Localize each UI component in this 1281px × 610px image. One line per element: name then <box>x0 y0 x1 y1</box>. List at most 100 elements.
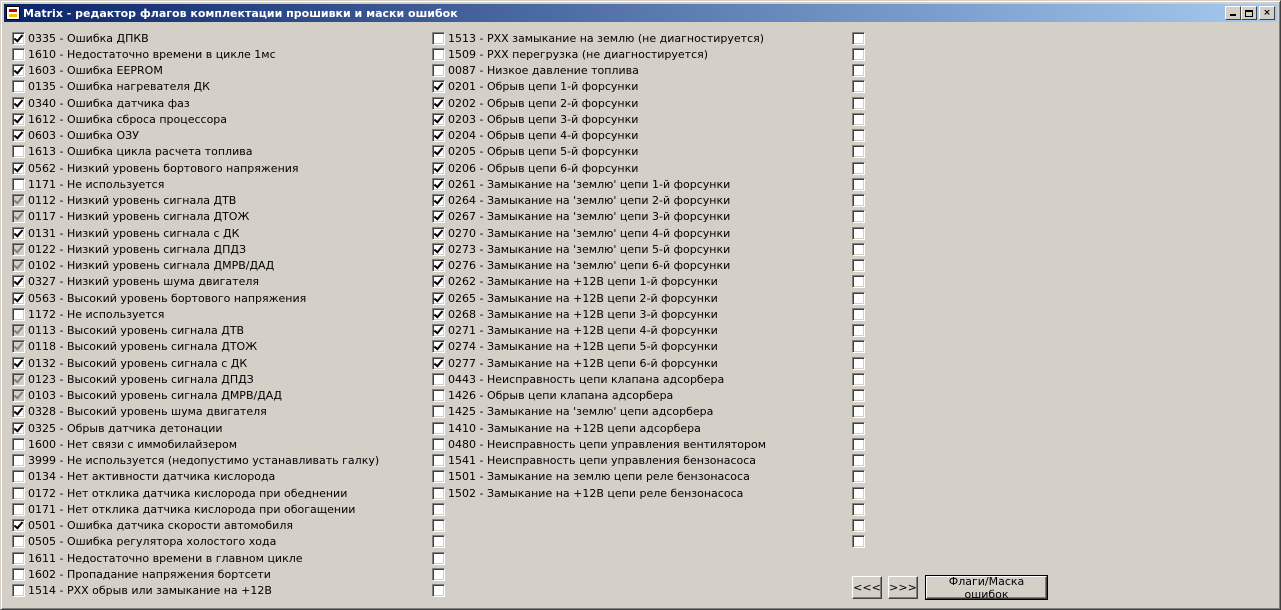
error-flag-checkbox[interactable] <box>12 161 25 175</box>
error-flag-checkbox[interactable] <box>852 226 865 240</box>
error-flag-item[interactable]: 0262 - Замыкание на +12В цепи 1-й форсун… <box>432 274 766 290</box>
error-flag-item[interactable] <box>852 404 868 420</box>
error-flag-item[interactable]: 0172 - Нет отклика датчика кислорода при… <box>12 485 379 501</box>
error-flag-item[interactable] <box>852 225 868 241</box>
error-flag-checkbox[interactable] <box>852 96 865 110</box>
error-flag-item[interactable]: 0270 - Замыкание на 'землю' цепи 4-й фор… <box>432 225 766 241</box>
error-flag-item[interactable] <box>852 436 868 452</box>
error-flag-item[interactable]: 0134 - Нет активности датчика кислорода <box>12 469 379 485</box>
error-flag-item[interactable]: 0087 - Низкое давление топлива <box>432 63 766 79</box>
error-flag-item[interactable] <box>852 371 868 387</box>
error-flag-checkbox[interactable] <box>12 291 25 305</box>
error-flag-checkbox[interactable] <box>12 307 25 321</box>
error-flag-checkbox[interactable] <box>852 112 865 126</box>
error-flag-checkbox[interactable] <box>432 129 445 143</box>
error-flag-item[interactable] <box>852 144 868 160</box>
error-flag-checkbox[interactable] <box>12 356 25 370</box>
error-flag-checkbox[interactable] <box>432 47 445 61</box>
error-flag-checkbox[interactable] <box>852 535 865 549</box>
error-flag-checkbox[interactable] <box>852 356 865 370</box>
error-flag-checkbox[interactable] <box>852 47 865 61</box>
error-flag-item[interactable] <box>852 63 868 79</box>
next-page-button[interactable]: >>> <box>888 576 918 599</box>
error-flag-item[interactable]: 0122 - Низкий уровень сигнала ДПДЗ <box>12 241 379 257</box>
error-flag-item[interactable]: 0335 - Ошибка ДПКВ <box>12 30 379 46</box>
error-flag-item[interactable] <box>852 501 868 517</box>
error-flag-checkbox[interactable] <box>852 145 865 159</box>
error-flag-item[interactable] <box>852 339 868 355</box>
error-flag-item[interactable] <box>852 388 868 404</box>
error-flag-item[interactable]: 0117 - Низкий уровень сигнала ДТОЖ <box>12 209 379 225</box>
error-flag-item[interactable]: 0113 - Высокий уровень сигнала ДТВ <box>12 323 379 339</box>
error-flag-checkbox[interactable] <box>852 324 865 338</box>
error-flag-checkbox[interactable] <box>12 275 25 289</box>
error-flag-checkbox[interactable] <box>432 210 445 224</box>
error-flag-checkbox[interactable] <box>432 161 445 175</box>
error-flag-checkbox[interactable] <box>432 405 445 419</box>
error-flag-item[interactable]: 1426 - Обрыв цепи клапана адсорбера <box>432 388 766 404</box>
error-flag-item[interactable]: 0264 - Замыкание на 'землю' цепи 2-й фор… <box>432 193 766 209</box>
error-flag-checkbox[interactable] <box>852 242 865 256</box>
error-flag-checkbox[interactable] <box>12 535 25 549</box>
error-flag-item[interactable] <box>432 550 766 566</box>
error-flag-checkbox[interactable] <box>12 551 25 565</box>
error-flag-checkbox[interactable] <box>12 177 25 191</box>
error-flag-item[interactable]: 0205 - Обрыв цепи 5-й форсунки <box>432 144 766 160</box>
error-flag-item[interactable] <box>432 518 766 534</box>
error-flag-item[interactable] <box>852 258 868 274</box>
error-flag-checkbox[interactable] <box>12 389 25 403</box>
error-flag-checkbox[interactable] <box>852 275 865 289</box>
error-flag-item[interactable]: 0206 - Обрыв цепи 6-й форсунки <box>432 160 766 176</box>
error-flag-item[interactable] <box>852 79 868 95</box>
error-flag-item[interactable]: 0340 - Ошибка датчика фаз <box>12 95 379 111</box>
error-flag-item[interactable]: 3999 - Не используется (недопустимо уста… <box>12 453 379 469</box>
error-flag-checkbox[interactable] <box>12 210 25 224</box>
error-flag-checkbox[interactable] <box>12 454 25 468</box>
error-flag-item[interactable] <box>852 518 868 534</box>
error-flag-item[interactable] <box>852 453 868 469</box>
previous-page-button[interactable]: <<< <box>852 576 882 599</box>
error-flag-checkbox[interactable] <box>432 226 445 240</box>
error-flag-checkbox[interactable] <box>852 129 865 143</box>
error-flag-item[interactable]: 0202 - Обрыв цепи 2-й форсунки <box>432 95 766 111</box>
error-flag-checkbox[interactable] <box>12 584 25 598</box>
error-flag-item[interactable]: 0203 - Обрыв цепи 3-й форсунки <box>432 111 766 127</box>
error-flag-checkbox[interactable] <box>12 519 25 533</box>
error-flag-checkbox[interactable] <box>432 31 445 45</box>
error-flag-item[interactable] <box>852 30 868 46</box>
error-flag-checkbox[interactable] <box>12 64 25 78</box>
error-flag-item[interactable] <box>852 323 868 339</box>
error-flag-checkbox[interactable] <box>852 470 865 484</box>
error-flag-item[interactable]: 1613 - Ошибка цикла расчета топлива <box>12 144 379 160</box>
error-flag-item[interactable] <box>852 111 868 127</box>
error-flag-checkbox[interactable] <box>852 210 865 224</box>
error-flag-checkbox[interactable] <box>852 64 865 78</box>
error-flag-item[interactable]: 1513 - РХХ замыкание на землю (не диагно… <box>432 30 766 46</box>
error-flag-checkbox[interactable] <box>432 307 445 321</box>
error-flag-item[interactable]: 0505 - Ошибка регулятора холостого хода <box>12 534 379 550</box>
error-flag-item[interactable]: 1602 - Пропадание напряжения бортсети <box>12 566 379 582</box>
error-flag-checkbox[interactable] <box>852 405 865 419</box>
error-flag-checkbox[interactable] <box>12 194 25 208</box>
error-flag-checkbox[interactable] <box>432 502 445 516</box>
error-flag-item[interactable]: 0135 - Ошибка нагревателя ДК <box>12 79 379 95</box>
error-flag-checkbox[interactable] <box>432 486 445 500</box>
error-flag-item[interactable]: 1410 - Замыкание на +12В цепи адсорбера <box>432 420 766 436</box>
error-flag-item[interactable]: 0261 - Замыкание на 'землю' цепи 1-й фор… <box>432 176 766 192</box>
error-flag-checkbox[interactable] <box>12 502 25 516</box>
error-flag-item[interactable]: 0171 - Нет отклика датчика кислорода при… <box>12 501 379 517</box>
error-flag-checkbox[interactable] <box>12 80 25 94</box>
error-flag-checkbox[interactable] <box>852 486 865 500</box>
error-flag-checkbox[interactable] <box>852 437 865 451</box>
error-flag-item[interactable]: 0277 - Замыкание на +12В цепи 6-й форсун… <box>432 355 766 371</box>
error-flag-item[interactable]: 0271 - Замыкание на +12В цепи 4-й форсун… <box>432 323 766 339</box>
error-flag-checkbox[interactable] <box>852 421 865 435</box>
error-flag-item[interactable]: 0603 - Ошибка ОЗУ <box>12 128 379 144</box>
error-flag-item[interactable]: 0563 - Высокий уровень бортового напряже… <box>12 290 379 306</box>
error-flag-checkbox[interactable] <box>12 226 25 240</box>
error-flag-checkbox[interactable] <box>12 324 25 338</box>
error-flag-item[interactable]: 1172 - Не используется <box>12 306 379 322</box>
error-flag-checkbox[interactable] <box>852 31 865 45</box>
error-flag-checkbox[interactable] <box>432 340 445 354</box>
error-flag-item[interactable]: 0562 - Низкий уровень бортового напряжен… <box>12 160 379 176</box>
